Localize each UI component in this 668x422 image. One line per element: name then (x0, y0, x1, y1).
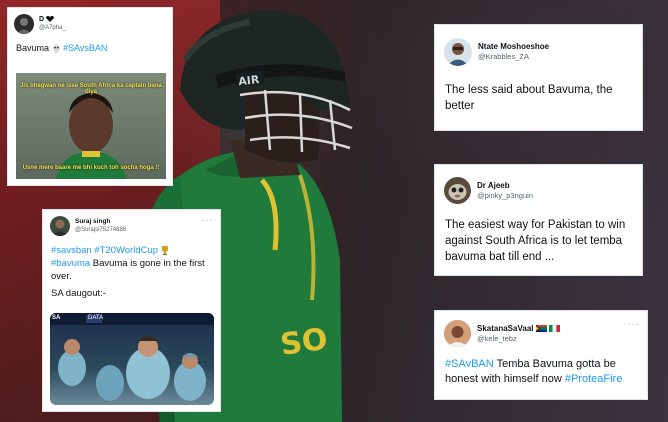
tweet-text: The less said about Bavuma, the better (445, 84, 613, 112)
user-handle[interactable]: @pinky_p3nguin (477, 191, 533, 201)
skull-emoji-icon (52, 44, 60, 54)
user-name[interactable]: Suraj singh (75, 218, 202, 226)
tweet-card-skatanasavaal[interactable]: SkatanaSaVaal @kele_tebz ··· #SAvBAN Tem… (435, 311, 647, 399)
user-handle[interactable]: @kele_tebz (477, 334, 628, 344)
meme-image[interactable]: Jis bhagwan ne isse South Africa ka capt… (16, 73, 166, 179)
meme-top-caption: Jis bhagwan ne isse South Africa ka capt… (20, 83, 162, 95)
more-options-icon[interactable]: ··· (202, 216, 213, 225)
hashtag-link[interactable]: #SAvsBAN (63, 43, 107, 53)
user-handle[interactable]: @Krabbles_ZA (478, 52, 549, 62)
avatar[interactable] (444, 38, 472, 66)
user-handle[interactable]: @Surajsi75274888 (75, 226, 202, 234)
tweet-card-dr-ajeeb[interactable]: Dr Ajeeb @pinky_p3nguin The easiest way … (435, 165, 642, 275)
italy-flag-icon (548, 324, 560, 332)
user-name[interactable]: D (39, 16, 44, 23)
south-africa-flag-icon (535, 324, 547, 332)
hashtag-link[interactable]: #T20WorldCup (94, 245, 158, 256)
user-name[interactable]: Ntate Moshoeshoe (478, 42, 549, 52)
hashtag-link[interactable]: #ProteaFire (565, 373, 622, 385)
scoreboard-label: DATA (88, 315, 104, 321)
user-name[interactable]: SkatanaSaVaal (477, 324, 533, 333)
dugout-photo[interactable]: SA DATA (50, 313, 214, 405)
tweet-card-ntate-moshoeshoe[interactable]: Ntate Moshoeshoe @Krabbles_ZA The less s… (435, 25, 642, 130)
user-handle[interactable]: @A7pha_ (39, 24, 66, 33)
tweet-card-suraj-singh[interactable]: Suraj singh @Surajsi75274888 ··· #savsba… (43, 210, 220, 411)
meme-bottom-caption: Usne mere baare me bhi kuch toh socha ho… (22, 165, 160, 171)
avatar[interactable] (444, 177, 471, 204)
avatar[interactable] (444, 320, 471, 347)
hashtag-link[interactable]: #savsban (51, 245, 92, 256)
jersey-lettering: SO (278, 322, 330, 363)
user-name[interactable]: Dr Ajeeb (477, 181, 533, 191)
trophy-emoji-icon (161, 246, 168, 256)
hashtag-link[interactable]: #SAvBAN (445, 358, 494, 370)
helmet-logo-text: AIR (238, 73, 261, 88)
heart-icon (46, 16, 55, 23)
avatar[interactable] (14, 14, 34, 34)
tweet-text-line: SA daugout:- (51, 288, 106, 299)
tweet-card-d[interactable]: D @A7pha_ Bavuma #SAvsBAN Jis bhagwan ne… (8, 8, 172, 185)
hashtag-link[interactable]: #bavuma (51, 258, 90, 269)
tweet-text: The easiest way for Pakistan to win agai… (445, 219, 626, 263)
more-options-icon[interactable]: ··· (628, 320, 639, 329)
avatar[interactable] (50, 216, 70, 236)
scoreboard-label: SA (52, 315, 61, 321)
tweet-text: Bavuma (16, 43, 50, 53)
